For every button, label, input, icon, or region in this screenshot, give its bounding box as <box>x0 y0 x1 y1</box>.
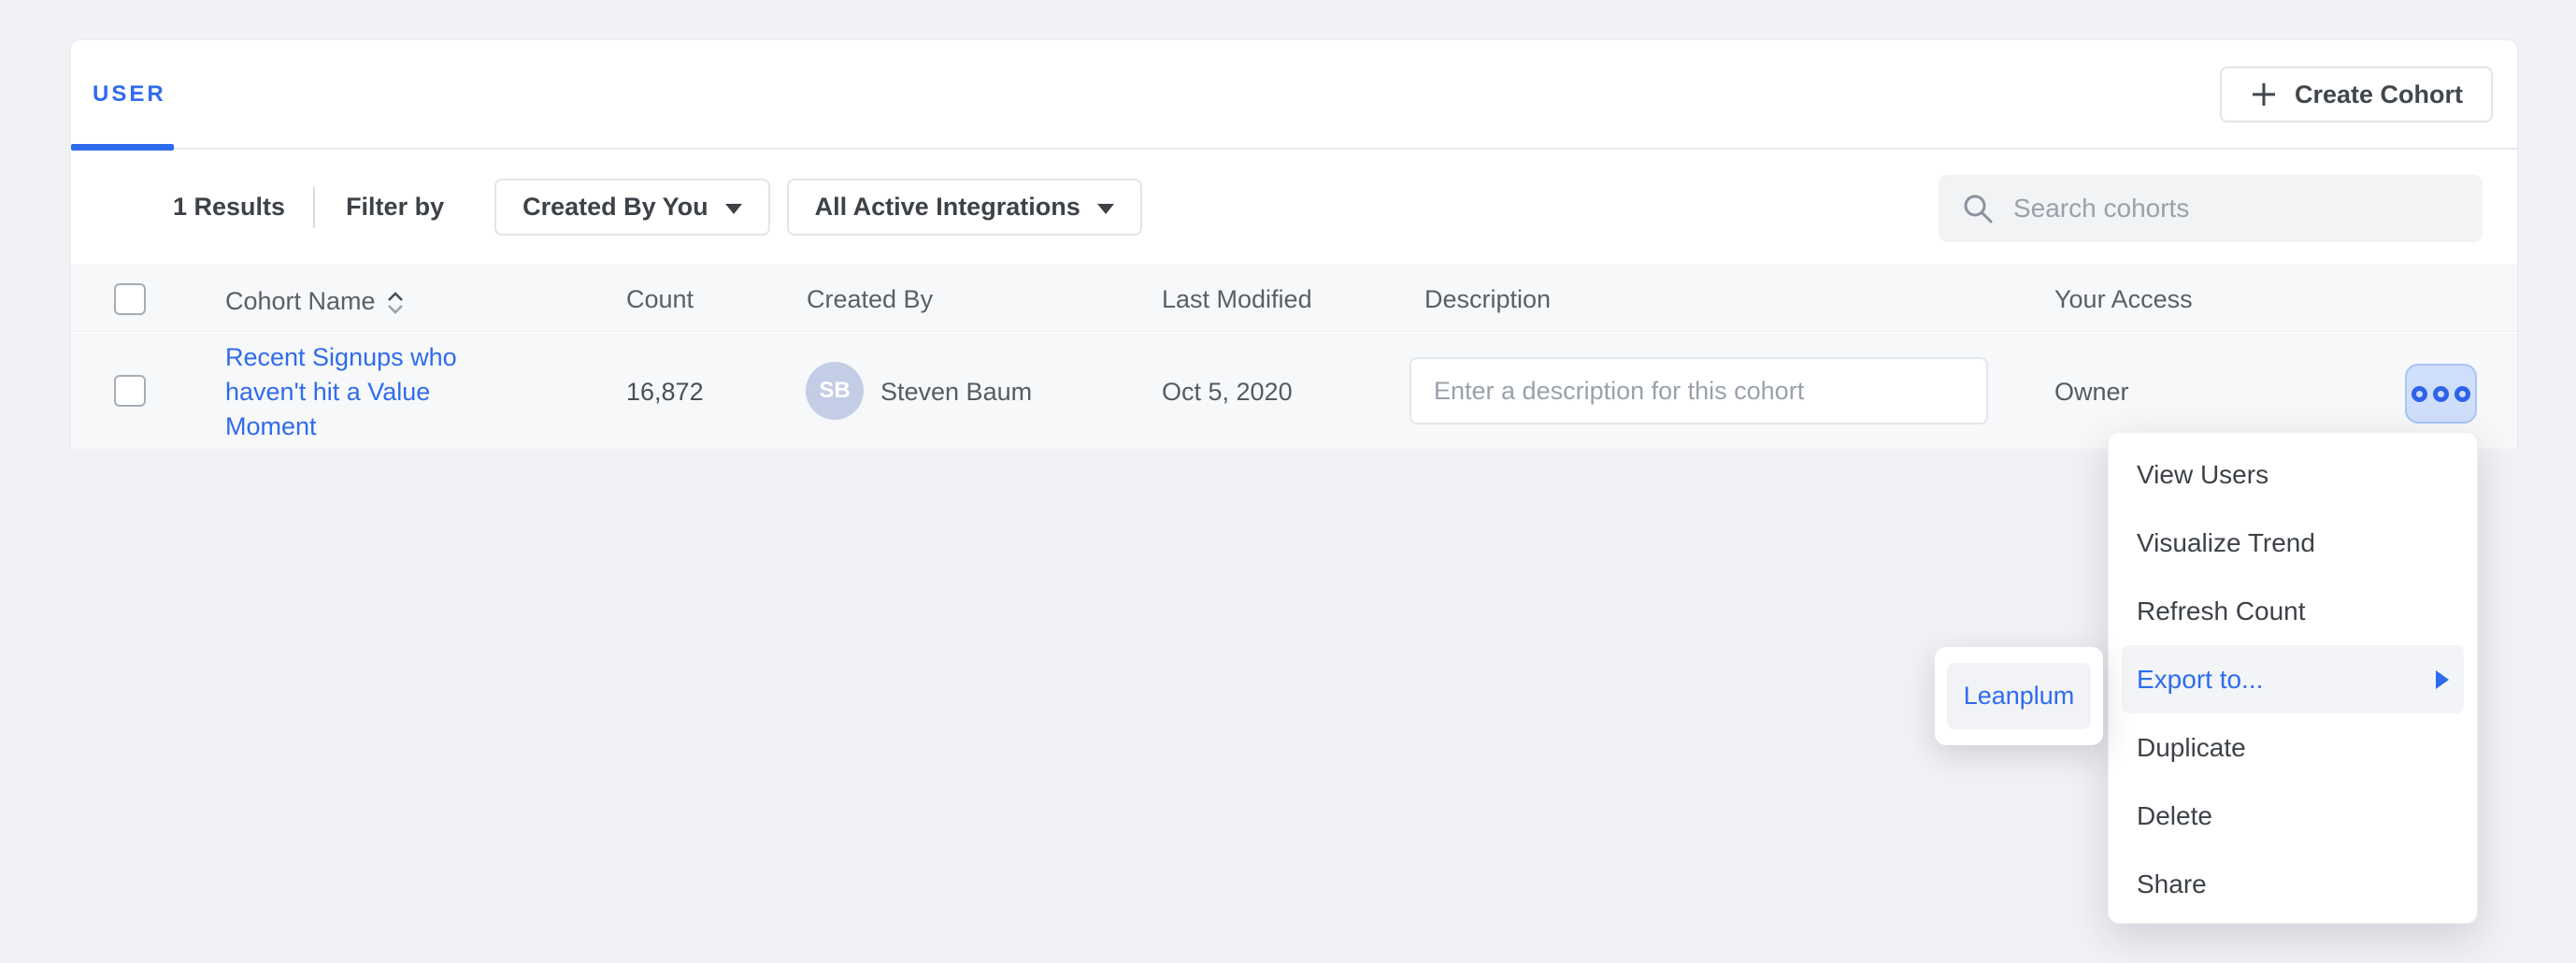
menu-item-refresh-count[interactable]: Refresh Count <box>2122 577 2464 645</box>
create-cohort-button[interactable]: Create Cohort <box>2220 66 2493 122</box>
more-dots-icon <box>2411 386 2427 402</box>
created-by-dropdown[interactable]: Created By You <box>494 179 770 236</box>
search-icon <box>1961 192 1995 225</box>
chevron-down-icon <box>725 204 742 214</box>
cohorts-panel: USER Create Cohort 1 Results Filter by C… <box>69 38 2519 447</box>
tab-user[interactable]: USER <box>93 81 166 108</box>
menu-item-view-users[interactable]: View Users <box>2122 440 2464 509</box>
row-actions-button[interactable] <box>2405 364 2477 424</box>
select-all-checkbox[interactable] <box>114 283 146 315</box>
cohort-name-header-label: Cohort Name <box>225 287 376 316</box>
export-to-label: Export to... <box>2137 665 2263 695</box>
column-header-cohort-name[interactable]: Cohort Name <box>225 285 406 317</box>
column-header-created-by[interactable]: Created By <box>807 285 933 314</box>
last-modified-date: Oct 5, 2020 <box>1162 378 1293 407</box>
access-level: Owner <box>2054 378 2129 407</box>
creator-name: Steven Baum <box>880 378 1032 407</box>
chevron-down-icon <box>1097 204 1114 214</box>
more-dots-icon <box>2454 386 2470 402</box>
more-dots-icon <box>2433 386 2449 402</box>
avatar: SB <box>806 362 864 420</box>
column-header-description[interactable]: Description <box>1424 285 1551 314</box>
submenu-item-leanplum[interactable]: Leanplum <box>1947 663 2091 729</box>
row-checkbox[interactable] <box>114 375 146 407</box>
export-submenu: Leanplum <box>1935 647 2103 745</box>
table-header: Cohort Name Count Created By Last Modifi… <box>71 265 2517 332</box>
tab-bar: USER Create Cohort <box>71 40 2517 150</box>
create-cohort-label: Create Cohort <box>2295 80 2463 109</box>
description-input[interactable] <box>1410 357 1988 424</box>
menu-item-delete[interactable]: Delete <box>2122 782 2464 850</box>
cohort-count: 16,872 <box>626 378 704 407</box>
created-by-dropdown-label: Created By You <box>522 193 708 222</box>
menu-item-visualize-trend[interactable]: Visualize Trend <box>2122 509 2464 577</box>
column-header-count[interactable]: Count <box>626 285 694 314</box>
row-actions-menu: View Users Visualize Trend Refresh Count… <box>2108 432 2478 924</box>
search-input[interactable] <box>2013 194 2460 223</box>
filter-by-label: Filter by <box>346 193 444 222</box>
menu-item-export-to[interactable]: Export to... <box>2122 645 2464 713</box>
integrations-dropdown[interactable]: All Active Integrations <box>787 179 1142 236</box>
results-count: 1 Results <box>173 193 285 222</box>
menu-item-duplicate[interactable]: Duplicate <box>2122 713 2464 782</box>
menu-item-share[interactable]: Share <box>2122 850 2464 918</box>
column-header-last-modified[interactable]: Last Modified <box>1162 285 1312 314</box>
cohort-name-link[interactable]: Recent Signups who haven't hit a Value M… <box>225 340 470 444</box>
submenu-arrow-icon <box>2436 670 2449 689</box>
integrations-dropdown-label: All Active Integrations <box>815 193 1080 222</box>
column-header-your-access[interactable]: Your Access <box>2054 285 2193 314</box>
sort-icon[interactable] <box>385 289 406 317</box>
divider <box>313 187 315 228</box>
plus-icon <box>2250 80 2278 108</box>
search-cohorts-box[interactable] <box>1939 175 2483 242</box>
